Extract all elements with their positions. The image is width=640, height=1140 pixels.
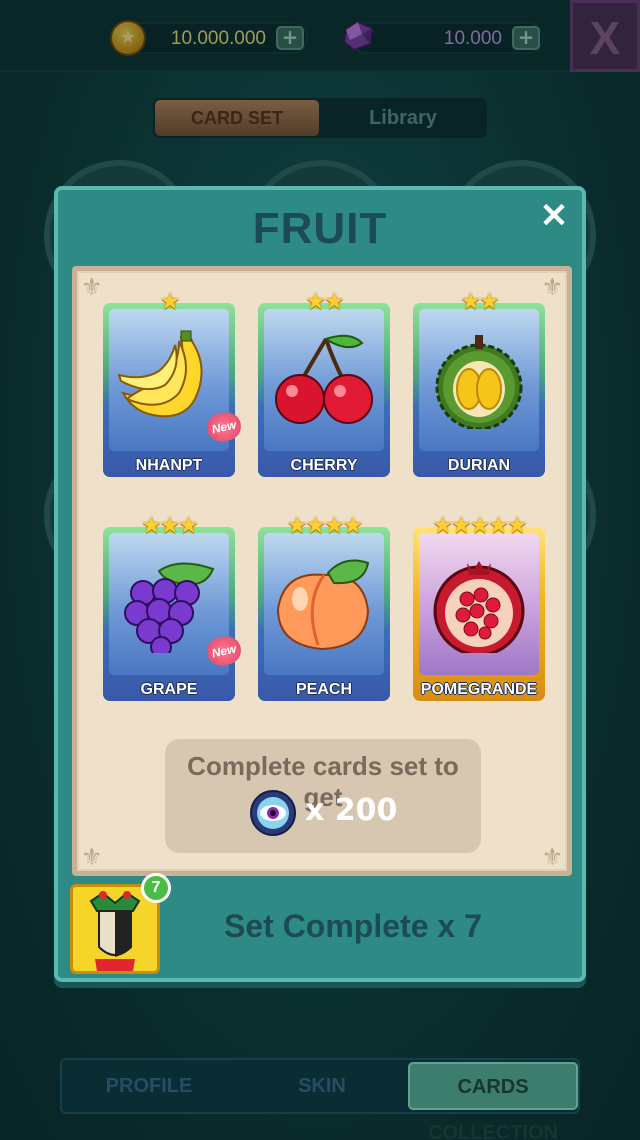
card-cherry[interactable]: ★★ CHERRY xyxy=(258,289,390,477)
set-complete-count-badge: 7 xyxy=(141,873,171,903)
fleur-decoration-icon: ⚜ xyxy=(541,843,563,871)
card-frame: DURIAN xyxy=(413,303,545,477)
card-name: GRAPE xyxy=(140,681,198,698)
card-frame: POMEGRANDE xyxy=(413,527,545,701)
star-rating: ★★★ xyxy=(141,513,199,539)
card-name: CHERRY xyxy=(290,457,358,474)
close-icon: ✕ xyxy=(539,197,569,235)
set-complete-label: Set Complete x 7 xyxy=(224,908,482,944)
cards-panel: ⚜ ⚜ ⚜ ⚜ ★ NHANPT New ★★ CHERRY ★★ DURIAN… xyxy=(72,266,572,876)
joker-icon xyxy=(89,891,141,971)
durian-icon xyxy=(435,335,523,429)
tab-profile[interactable]: PROFILE xyxy=(62,1060,236,1112)
star-rating: ★★★★★ xyxy=(432,513,527,539)
fruit-set-modal: FRUIT ✕ ⚜ ⚜ ⚜ ⚜ ★ NHANPT New ★★ CHERRY ★… xyxy=(54,186,586,982)
card-banana[interactable]: ★ NHANPT New xyxy=(103,289,244,477)
reward-box: Complete cards set to get x 200 xyxy=(165,739,481,853)
joker-card[interactable]: 7 xyxy=(70,873,171,974)
modal-close-button[interactable]: ✕ xyxy=(536,198,572,234)
star-rating: ★★★★ xyxy=(286,513,363,539)
card-durian[interactable]: ★★ DURIAN xyxy=(413,289,545,477)
card-name: DURIAN xyxy=(447,457,511,474)
eye-token-icon xyxy=(250,790,296,836)
modal-title: FRUIT xyxy=(252,204,388,253)
card-grape[interactable]: ★★★ GRAPE New xyxy=(103,513,244,701)
card-frame: GRAPE xyxy=(103,527,235,701)
star-rating: ★★ xyxy=(460,289,499,315)
pomegranate-icon xyxy=(433,561,525,653)
star-rating: ★ xyxy=(159,289,181,315)
card-frame: PEACH xyxy=(258,527,390,701)
fleur-decoration-icon: ⚜ xyxy=(81,273,103,301)
reward-amount: x 200 xyxy=(305,793,398,828)
bottom-nav: PROFILE SKIN CARDS COLLECTION xyxy=(60,1058,580,1140)
card-name: NHANPT xyxy=(135,457,203,474)
star-rating: ★★ xyxy=(305,289,344,315)
fleur-decoration-icon: ⚜ xyxy=(81,843,103,871)
card-name: POMEGRANDE xyxy=(420,681,538,698)
card-name: PEACH xyxy=(295,681,352,698)
banana-icon xyxy=(117,330,203,418)
card-frame: CHERRY xyxy=(258,303,390,477)
tab-skin[interactable]: SKIN xyxy=(236,1060,408,1112)
card-frame: NHANPT xyxy=(103,303,235,477)
cherry-icon xyxy=(275,334,373,424)
card-peach[interactable]: ★★★★ PEACH xyxy=(258,513,390,701)
grape-icon xyxy=(124,562,215,653)
tab-cards-collection[interactable]: CARDS COLLECTION xyxy=(408,1062,578,1140)
peach-icon xyxy=(276,559,370,651)
card-pomegranate[interactable]: ★★★★★ POMEGRANDE xyxy=(413,513,545,701)
